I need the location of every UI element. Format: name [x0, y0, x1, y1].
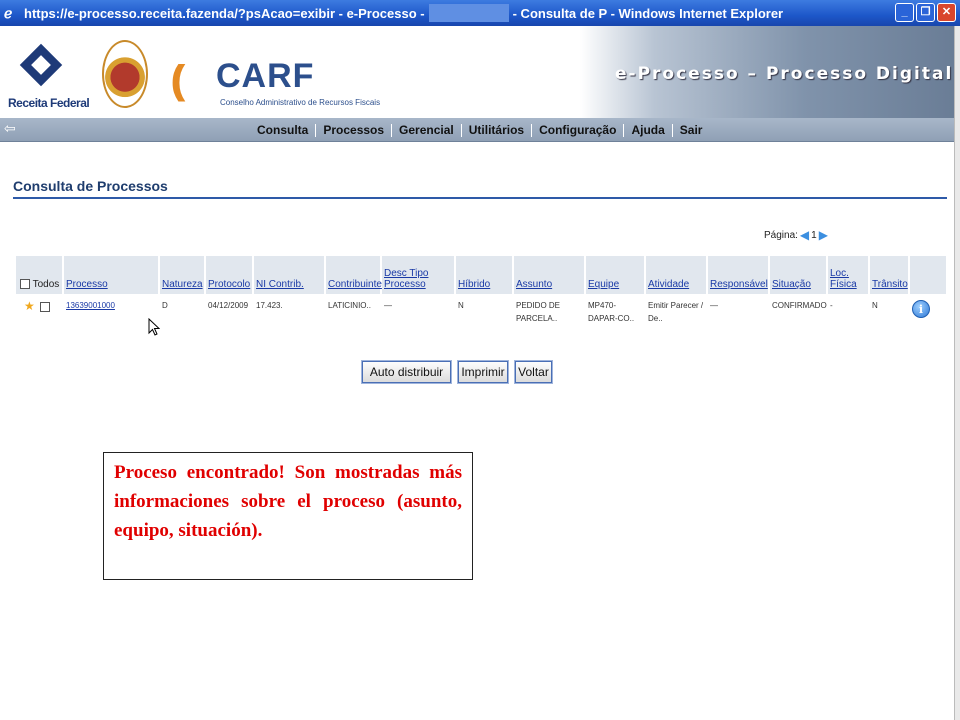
pgfn-seal-logo	[102, 40, 148, 108]
pager-value: 1	[811, 229, 817, 241]
cell-equipe-line2: DAPAR-CO..	[588, 314, 635, 323]
cell-processo-link[interactable]: 13639001000	[66, 300, 115, 311]
title-divider	[13, 197, 947, 199]
header-equipe-label[interactable]: Equipe	[588, 279, 619, 290]
menu-gerencial[interactable]: Gerencial	[392, 123, 461, 137]
menu-consulta[interactable]: Consulta	[250, 123, 315, 137]
main-nav-bar: ⇦ Consulta Processos Gerencial Utilitári…	[0, 118, 954, 142]
header-banner: Receita Federal ((( CARF Conselho Admini…	[0, 26, 954, 118]
cell-loc-fisica: -	[830, 301, 833, 310]
info-icon[interactable]: i	[912, 300, 930, 318]
cell-situacao: CONFIRMADO	[772, 301, 827, 310]
header-loc-label-1[interactable]: Loc.	[830, 268, 849, 279]
cell-assunto-line2: PARCELA..	[516, 314, 558, 323]
header-atividade-label[interactable]: Atividade	[648, 279, 689, 290]
header-todos: Todos	[16, 256, 62, 294]
carf-subtitle: Conselho Administrativo de Recursos Fisc…	[220, 98, 381, 107]
header-processo-label[interactable]: Processo	[66, 279, 108, 290]
header-transito[interactable]: Trânsito	[870, 256, 908, 294]
menu-configuracao[interactable]: Configuração	[532, 123, 623, 137]
page-title: Consulta de Processos	[13, 178, 168, 194]
header-loc-fisica[interactable]: Loc. Física	[828, 256, 868, 294]
star-icon[interactable]: ★	[24, 300, 35, 312]
imprimir-button[interactable]: Imprimir	[457, 360, 509, 384]
cell-transito: N	[872, 301, 878, 310]
cell-equipe-line1: MP470-	[588, 301, 617, 310]
ie-icon: ℯ	[4, 5, 13, 21]
window-title-bar: ℯ https://e-processo.receita.fazenda/?ps…	[0, 0, 960, 26]
rf-logo-text: Receita Federal	[8, 96, 90, 110]
cell-contribuinte: LATICINIO..	[328, 301, 371, 310]
cell-assunto-line1: PEDIDO DE	[516, 301, 561, 310]
voltar-button[interactable]: Voltar	[514, 360, 553, 384]
pager: Página: ◀ 1 ▶	[764, 228, 828, 242]
header-responsavel-label[interactable]: Responsável	[710, 279, 768, 290]
header-natureza[interactable]: Natureza	[160, 256, 204, 294]
cell-responsavel: —	[710, 301, 718, 310]
header-desc-tipo-label-2[interactable]: Processo	[384, 279, 426, 290]
vertical-scrollbar[interactable]	[954, 26, 960, 720]
menu-utilitarios[interactable]: Utilitários	[462, 123, 531, 137]
auto-distribuir-button[interactable]: Auto distribuir	[361, 360, 452, 384]
header-protocolo[interactable]: Protocolo	[206, 256, 252, 294]
receita-federal-logo: Receita Federal	[8, 43, 90, 114]
close-button[interactable]: ✕	[937, 3, 956, 22]
header-loc-label-2[interactable]: Física	[830, 279, 857, 290]
header-contribuinte[interactable]: Contribuinte	[326, 256, 382, 294]
header-protocolo-label[interactable]: Protocolo	[208, 279, 250, 290]
next-page-icon[interactable]: ▶	[819, 228, 828, 242]
header-situacao-label[interactable]: Situação	[772, 279, 811, 290]
menu-processos[interactable]: Processos	[316, 123, 391, 137]
prev-page-icon[interactable]: ◀	[800, 228, 809, 242]
header-responsavel[interactable]: Responsável	[708, 256, 768, 294]
header-info	[910, 256, 946, 294]
header-equipe[interactable]: Equipe	[586, 256, 644, 294]
header-desc-tipo[interactable]: Desc Tipo Processo	[382, 256, 454, 294]
header-assunto-label[interactable]: Assunto	[516, 279, 552, 290]
window-title-url: https://e-processo.receita.fazenda/?psAc…	[24, 5, 425, 21]
carf-name: CARF	[216, 57, 315, 95]
cell-protocolo: 04/12/2009	[208, 301, 249, 310]
header-natureza-label[interactable]: Natureza	[162, 279, 203, 290]
cell-atividade-line2: De..	[648, 314, 663, 323]
maximize-button[interactable]: ❐	[916, 3, 935, 22]
carf-logo: ((( CARF Conselho Administrativo de Recu…	[172, 56, 380, 116]
redacted-block	[428, 4, 509, 22]
annotation-callout: Proceso encontrado! Son mostradas más in…	[103, 452, 473, 580]
header-atividade[interactable]: Atividade	[646, 256, 706, 294]
header-situacao[interactable]: Situação	[770, 256, 826, 294]
minimize-button[interactable]: _	[895, 3, 914, 22]
select-all-checkbox[interactable]	[20, 279, 30, 290]
header-contribuinte-label[interactable]: Contribuinte	[328, 279, 382, 290]
window-title-rest: - Consulta de P - Windows Internet Explo…	[512, 5, 784, 21]
menu-ajuda[interactable]: Ajuda	[624, 123, 671, 137]
back-arrow-icon[interactable]: ⇦	[4, 120, 20, 136]
header-desc-tipo-label-1[interactable]: Desc Tipo	[384, 268, 428, 279]
system-title: e-Processo – Processo Digital	[615, 64, 954, 84]
main-menu: Consulta Processos Gerencial Utilitários…	[250, 118, 709, 142]
header-hibrido[interactable]: Híbrido	[456, 256, 512, 294]
header-processo[interactable]: Processo	[64, 256, 158, 294]
header-transito-label[interactable]: Trânsito	[872, 279, 908, 290]
cell-atividade-line1: Emitir Parecer /	[648, 301, 704, 310]
window-controls: _ ❐ ✕	[895, 3, 956, 22]
pager-label: Página:	[764, 229, 798, 241]
cell-desc-tipo: —	[384, 301, 392, 310]
todos-label: Todos	[32, 279, 60, 290]
row-select-checkbox[interactable]	[40, 302, 50, 312]
header-assunto[interactable]: Assunto	[514, 256, 584, 294]
header-hibrido-label[interactable]: Híbrido	[458, 279, 490, 290]
header-ni-contrib[interactable]: NI Contrib.	[254, 256, 324, 294]
header-ni-contrib-label[interactable]: NI Contrib.	[256, 279, 304, 290]
cell-ni-contrib: 17.423.	[256, 301, 283, 310]
mouse-cursor-icon	[148, 318, 160, 336]
menu-sair[interactable]: Sair	[673, 123, 710, 137]
cell-hibrido: N	[458, 301, 464, 310]
cell-natureza: D	[162, 301, 168, 310]
